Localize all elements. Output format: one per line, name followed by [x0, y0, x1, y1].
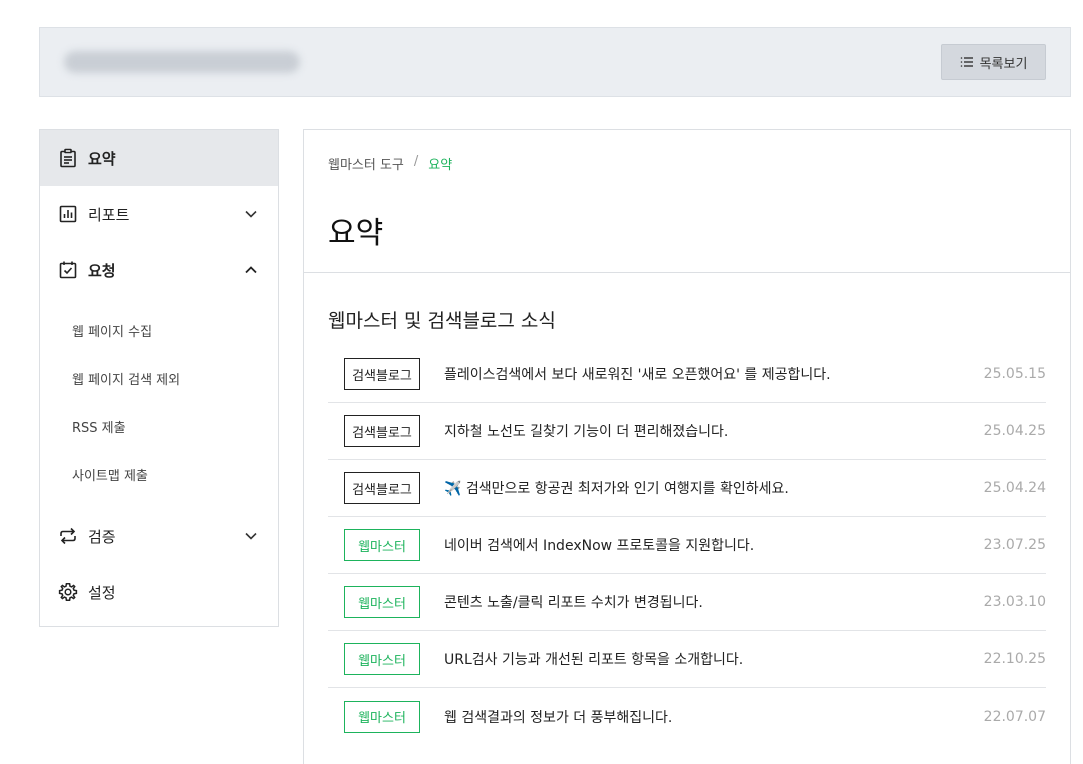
- sidebar: 요약 리포트 요청 웹 페이지 수집 웹 페이지 검색 제외 RSS 제출 사이…: [39, 129, 279, 627]
- news-title[interactable]: 웹 검색결과의 정보가 더 풍부해집니다.: [444, 707, 956, 727]
- sidebar-item-request[interactable]: 요청: [40, 242, 278, 298]
- sidebar-item-verify[interactable]: 검증: [40, 508, 278, 564]
- news-date: 23.03.10: [983, 594, 1046, 610]
- news-date: 22.07.07: [983, 708, 1046, 725]
- breadcrumb-current: 요약: [428, 158, 453, 173]
- bar-chart-icon: [58, 204, 78, 224]
- sidebar-item-label: 설정: [88, 583, 116, 602]
- news-row[interactable]: 검색블로그 지하철 노선도 길찾기 기능이 더 편리해졌습니다. 25.04.2…: [328, 403, 1046, 460]
- list-view-button-label: 목록보기: [979, 56, 1028, 72]
- sidebar-item-summary[interactable]: 요약: [40, 130, 278, 186]
- sidebar-item-label: 요약: [88, 149, 116, 168]
- news-title[interactable]: ✈️ 검색만으로 항공권 최저가와 인기 여행지를 확인하세요.: [444, 478, 956, 498]
- main-content: 웹마스터 도구 / 요약 요약 웹마스터 및 검색블로그 소식 검색블로그 플레…: [303, 129, 1071, 764]
- news-date: 25.05.15: [983, 366, 1046, 382]
- news-title[interactable]: 플레이스검색에서 보다 새로워진 '새로 오픈했어요' 를 제공합니다.: [444, 364, 956, 384]
- sidebar-item-label: 검증: [88, 527, 116, 546]
- news-date: 22.10.25: [983, 651, 1046, 667]
- site-header-bar: 목록보기: [39, 27, 1071, 97]
- news-title[interactable]: 콘텐츠 노출/클릭 리포트 수치가 변경됩니다.: [444, 592, 956, 612]
- news-date: 23.07.25: [983, 537, 1046, 553]
- sidebar-subitem-page-crawl[interactable]: 웹 페이지 수집: [40, 306, 278, 354]
- repeat-icon: [58, 526, 78, 546]
- request-submenu: 웹 페이지 수집 웹 페이지 검색 제외 RSS 제출 사이트맵 제출: [40, 298, 278, 508]
- sidebar-item-label: 리포트: [88, 205, 130, 224]
- news-tag: 웹마스터: [344, 643, 420, 675]
- news-title[interactable]: 지하철 노선도 길찾기 기능이 더 편리해졌습니다.: [444, 421, 956, 441]
- news-list: 검색블로그 플레이스검색에서 보다 새로워진 '새로 오픈했어요' 를 제공합니…: [328, 346, 1046, 745]
- gear-icon: [58, 582, 78, 602]
- news-tag: 검색블로그: [344, 358, 420, 390]
- news-title[interactable]: URL검사 기능과 개선된 리포트 항목을 소개합니다.: [444, 649, 956, 669]
- news-tag: 검색블로그: [344, 472, 420, 504]
- chevron-down-icon: [244, 529, 258, 543]
- sidebar-item-label: 요청: [88, 261, 116, 280]
- chevron-up-icon: [244, 263, 258, 277]
- calendar-check-icon: [58, 260, 78, 280]
- divider: [304, 272, 1070, 273]
- news-tag: 웹마스터: [344, 586, 420, 618]
- news-row[interactable]: 웹마스터 네이버 검색에서 IndexNow 프로토콜을 지원합니다. 23.0…: [328, 517, 1046, 574]
- news-tag: 검색블로그: [344, 415, 420, 447]
- sidebar-subitem-rss-submit[interactable]: RSS 제출: [40, 402, 278, 450]
- news-row[interactable]: 웹마스터 웹 검색결과의 정보가 더 풍부해집니다. 22.07.07: [328, 688, 1046, 745]
- sidebar-item-report[interactable]: 리포트: [40, 186, 278, 242]
- clipboard-icon: [58, 148, 78, 168]
- page-title: 요약: [328, 216, 384, 251]
- news-tag: 웹마스터: [344, 700, 420, 733]
- news-row[interactable]: 웹마스터 콘텐츠 노출/클릭 리포트 수치가 변경됩니다. 23.03.10: [328, 574, 1046, 631]
- news-title[interactable]: 네이버 검색에서 IndexNow 프로토콜을 지원합니다.: [444, 535, 956, 555]
- news-row[interactable]: 웹마스터 URL검사 기능과 개선된 리포트 항목을 소개합니다. 22.10.…: [328, 631, 1046, 688]
- news-row[interactable]: 검색블로그 플레이스검색에서 보다 새로워진 '새로 오픈했어요' 를 제공합니…: [328, 346, 1046, 403]
- breadcrumb-separator: /: [413, 154, 419, 169]
- sidebar-subitem-page-exclude[interactable]: 웹 페이지 검색 제외: [40, 354, 278, 402]
- site-url-blurred: [64, 51, 300, 73]
- sidebar-item-settings[interactable]: 설정: [40, 564, 278, 620]
- news-date: 25.04.24: [983, 480, 1046, 496]
- list-icon: [960, 55, 974, 69]
- list-view-button[interactable]: 목록보기: [941, 44, 1046, 80]
- breadcrumb-root[interactable]: 웹마스터 도구: [328, 154, 404, 173]
- section-title: 웹마스터 및 검색블로그 소식: [328, 310, 556, 332]
- news-date: 25.04.25: [983, 423, 1046, 439]
- news-tag: 웹마스터: [344, 529, 420, 561]
- chevron-down-icon: [244, 207, 258, 221]
- breadcrumb: 웹마스터 도구 / 요약: [328, 154, 452, 173]
- sidebar-subitem-sitemap-submit[interactable]: 사이트맵 제출: [40, 450, 278, 498]
- news-row[interactable]: 검색블로그 ✈️ 검색만으로 항공권 최저가와 인기 여행지를 확인하세요. 2…: [328, 460, 1046, 517]
